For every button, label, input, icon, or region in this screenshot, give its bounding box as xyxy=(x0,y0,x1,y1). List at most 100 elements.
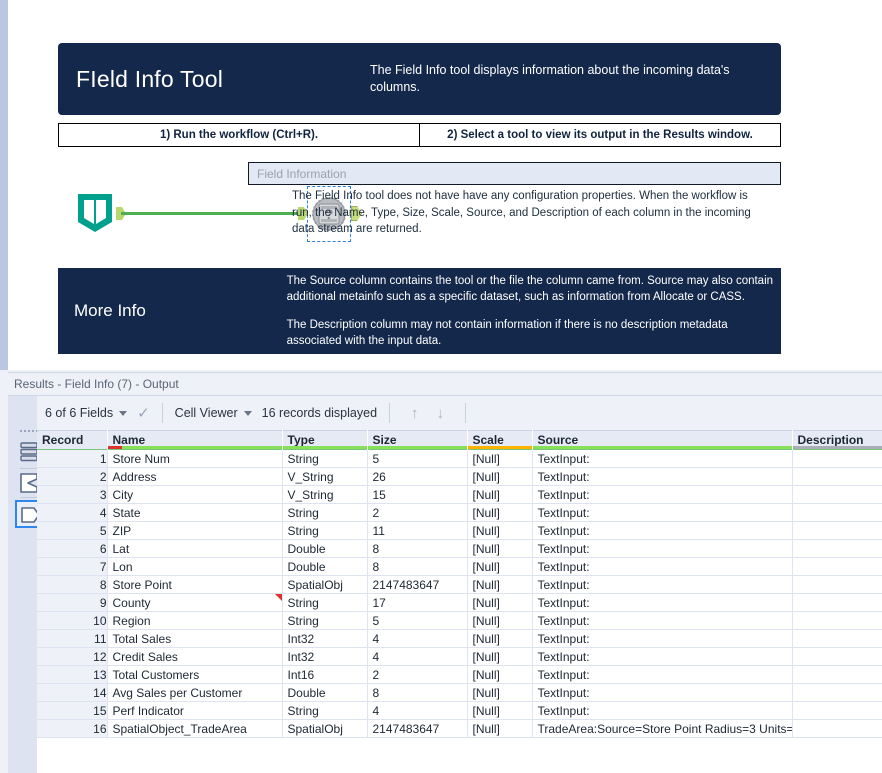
cell-name[interactable]: Total Customers xyxy=(107,665,283,684)
cell-size[interactable]: 15 xyxy=(367,485,468,504)
cell-name[interactable]: Store Num xyxy=(107,449,283,468)
cell-source[interactable]: TextInput: xyxy=(532,557,793,576)
cell-record[interactable]: 8 xyxy=(37,575,108,594)
cell-type[interactable]: String xyxy=(282,449,368,468)
cell-description[interactable] xyxy=(792,485,882,504)
cell-viewer-selector[interactable]: Cell Viewer xyxy=(175,406,252,420)
cell-name[interactable]: County xyxy=(107,593,283,612)
cell-record[interactable]: 11 xyxy=(37,629,108,648)
cell-record[interactable]: 5 xyxy=(37,521,108,540)
cell-scale[interactable]: [Null] xyxy=(467,593,533,612)
cell-description[interactable] xyxy=(792,683,882,702)
table-row[interactable]: 6 Lat Double 8 [Null] TextInput: xyxy=(37,539,882,558)
cell-size[interactable]: 2 xyxy=(367,665,468,684)
column-header-record[interactable]: Record xyxy=(37,430,108,450)
cell-size[interactable]: 5 xyxy=(367,449,468,468)
cell-record[interactable]: 16 xyxy=(37,719,108,738)
arrow-up-icon[interactable]: ↑ xyxy=(411,405,419,422)
cell-name[interactable]: Total Sales xyxy=(107,629,283,648)
cell-type[interactable]: SpatialObj xyxy=(282,575,368,594)
cell-type[interactable]: SpatialObj xyxy=(282,719,368,738)
cell-size[interactable]: 26 xyxy=(367,467,468,486)
results-grid-panel[interactable]: Record Name Type Size Scale Source Description… xyxy=(37,430,882,773)
cell-description[interactable] xyxy=(792,521,882,540)
cell-size[interactable]: 11 xyxy=(367,521,468,540)
cell-scale[interactable]: [Null] xyxy=(467,611,533,630)
cell-record[interactable]: 7 xyxy=(37,557,108,576)
chevron-down-icon[interactable] xyxy=(243,410,252,416)
cell-type[interactable]: Int32 xyxy=(282,647,368,666)
cell-size[interactable]: 2 xyxy=(367,503,468,522)
cell-type[interactable]: V_String xyxy=(282,485,368,504)
cell-scale[interactable]: [Null] xyxy=(467,449,533,468)
cell-record[interactable]: 3 xyxy=(37,485,108,504)
cell-description[interactable] xyxy=(792,647,882,666)
cell-source[interactable]: TextInput: xyxy=(532,611,793,630)
column-header-type[interactable]: Type xyxy=(282,430,368,450)
cell-record[interactable]: 4 xyxy=(37,503,108,522)
table-row[interactable]: 8 Store Point SpatialObj 2147483647 [Null] Te… xyxy=(37,575,882,594)
cell-description[interactable] xyxy=(792,503,882,522)
cell-scale[interactable]: [Null] xyxy=(467,719,533,738)
cell-source[interactable]: TextInput: xyxy=(532,665,793,684)
table-row[interactable]: 11 Total Sales Int32 4 [Null] TextInput: xyxy=(37,629,882,648)
cell-size[interactable]: 8 xyxy=(367,557,468,576)
connection-line[interactable] xyxy=(121,212,301,215)
cell-size[interactable]: 8 xyxy=(367,539,468,558)
cell-size[interactable]: 2147483647 xyxy=(367,575,468,594)
cell-type[interactable]: Int32 xyxy=(282,629,368,648)
cell-name[interactable]: SpatialObject_TradeArea xyxy=(107,719,283,738)
cell-scale[interactable]: [Null] xyxy=(467,503,533,522)
cell-record[interactable]: 10 xyxy=(37,611,108,630)
column-header-size[interactable]: Size xyxy=(367,430,468,450)
cell-description[interactable] xyxy=(792,611,882,630)
arrow-down-icon[interactable]: ↓ xyxy=(437,405,445,422)
cell-scale[interactable]: [Null] xyxy=(467,557,533,576)
cell-size[interactable]: 4 xyxy=(367,629,468,648)
cell-name[interactable]: Credit Sales xyxy=(107,647,283,666)
chevron-down-icon[interactable] xyxy=(119,410,128,416)
cell-source[interactable]: TextInput: xyxy=(532,485,793,504)
cell-description[interactable] xyxy=(792,629,882,648)
table-row[interactable]: 15 Perf Indicator String 4 [Null] TextInput: xyxy=(37,701,882,720)
cell-scale[interactable]: [Null] xyxy=(467,575,533,594)
table-row[interactable]: 14 Avg Sales per Customer Double 8 [Null] Tex… xyxy=(37,683,882,702)
cell-type[interactable]: Double xyxy=(282,683,368,702)
column-header-name[interactable]: Name xyxy=(107,430,283,450)
cell-name[interactable]: Store Point xyxy=(107,575,283,594)
table-row[interactable]: 12 Credit Sales Int32 4 [Null] TextInput: xyxy=(37,647,882,666)
book-icon[interactable] xyxy=(74,192,116,234)
table-row[interactable]: 1 Store Num String 5 [Null] TextInput: xyxy=(37,449,882,468)
cell-type[interactable]: String xyxy=(282,611,368,630)
cell-record[interactable]: 12 xyxy=(37,647,108,666)
cell-scale[interactable]: [Null] xyxy=(467,701,533,720)
cell-scale[interactable]: [Null] xyxy=(467,521,533,540)
cell-description[interactable] xyxy=(792,719,882,738)
cell-type[interactable]: String xyxy=(282,503,368,522)
cell-description[interactable] xyxy=(792,575,882,594)
cell-source[interactable]: TextInput: xyxy=(532,449,793,468)
cell-name[interactable]: ZIP xyxy=(107,521,283,540)
table-row[interactable]: 16 SpatialObject_TradeArea SpatialObj 21474… xyxy=(37,719,882,738)
cell-scale[interactable]: [Null] xyxy=(467,683,533,702)
cell-source[interactable]: TextInput: xyxy=(532,701,793,720)
cell-size[interactable]: 8 xyxy=(367,683,468,702)
cell-source[interactable]: TextInput: xyxy=(532,503,793,522)
results-titlebar[interactable]: Results - Field Info (7) - Output xyxy=(8,372,882,395)
checkmark-icon[interactable]: ✓ xyxy=(137,404,150,422)
cell-description[interactable] xyxy=(792,701,882,720)
cell-scale[interactable]: [Null] xyxy=(467,647,533,666)
cell-scale[interactable]: [Null] xyxy=(467,539,533,558)
cell-scale[interactable]: [Null] xyxy=(467,485,533,504)
cell-source[interactable]: TextInput: xyxy=(532,467,793,486)
cell-name[interactable]: Perf Indicator xyxy=(107,701,283,720)
cell-record[interactable]: 13 xyxy=(37,665,108,684)
cell-source[interactable]: TextInput: xyxy=(532,539,793,558)
cell-description[interactable] xyxy=(792,557,882,576)
table-row[interactable]: 4 State String 2 [Null] TextInput: xyxy=(37,503,882,522)
cell-description[interactable] xyxy=(792,539,882,558)
table-row[interactable]: 5 ZIP String 11 [Null] TextInput: xyxy=(37,521,882,540)
cell-size[interactable]: 17 xyxy=(367,593,468,612)
cell-name[interactable]: State xyxy=(107,503,283,522)
table-row[interactable]: 7 Lon Double 8 [Null] TextInput: xyxy=(37,557,882,576)
